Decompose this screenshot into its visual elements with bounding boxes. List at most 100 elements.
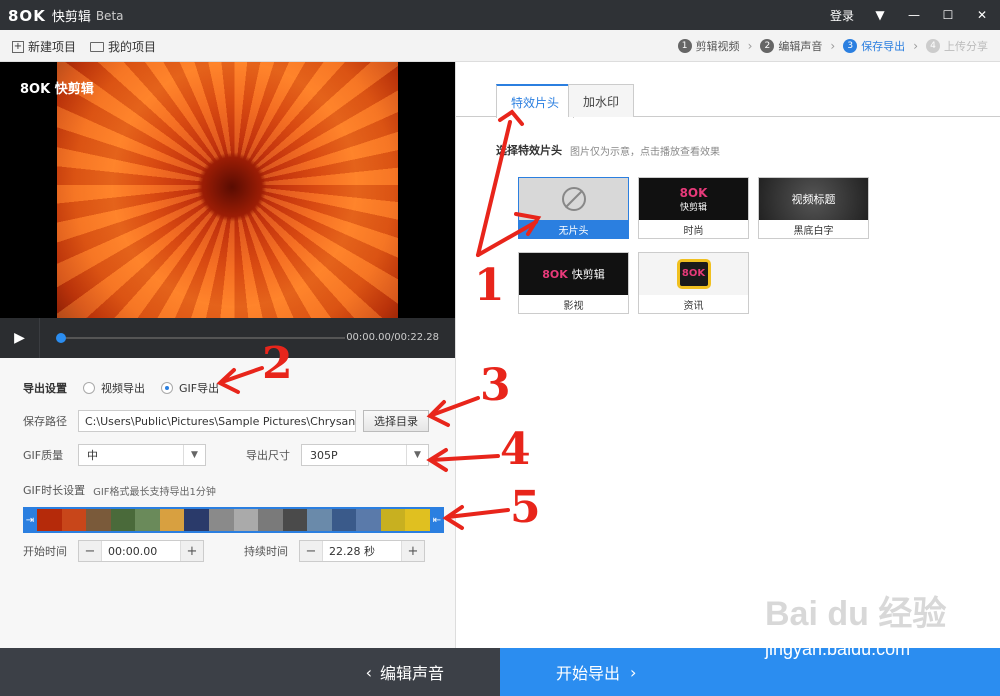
video-export-label: 视频导出 <box>101 382 145 395</box>
effects-tabs: 特效片头 加水印 <box>456 84 1000 118</box>
card-caption: 资讯 <box>683 300 704 312</box>
plus-icon[interactable]: + <box>181 541 203 561</box>
intro-card-film[interactable]: 8OK 快剪辑 影视 <box>518 252 629 314</box>
app-name: 快剪辑 <box>51 10 91 25</box>
radio-video-export[interactable] <box>83 382 95 394</box>
right-panel: 特效片头 加水印 选择特效片头 图片仅为示意，点击播放查看效果 无片头 8OK … <box>455 62 1000 648</box>
quality-select[interactable]: 中 ▼ <box>78 444 206 466</box>
annotation-5: 5 <box>510 482 541 533</box>
duration-note: GIF格式最长支持导出1分钟 <box>93 486 216 498</box>
step-navigator: 1 剪辑视频 › 2 编辑声音 › 3 保存导出 › 4 上传分享 <box>677 38 988 54</box>
path-input[interactable]: C:\Users\Public\Pictures\Sample Pictures… <box>78 410 356 432</box>
card-caption: 无片头 <box>519 220 628 238</box>
time-readout: 00:00.00/00:22.28 <box>346 332 439 343</box>
tab-watermark[interactable]: 加水印 <box>568 84 635 117</box>
step-number: 1 <box>677 39 692 53</box>
thumb-text: 快剪辑 <box>679 202 707 213</box>
app-edition: Beta <box>95 8 124 23</box>
start-time-label: 开始时间 <box>23 545 67 558</box>
duration-stepper: − 22.28 秒 + <box>299 540 425 562</box>
annotation-3: 3 <box>480 360 511 411</box>
prev-step-button[interactable]: ‹ 编辑声音 <box>0 648 500 696</box>
duration-value[interactable]: 22.28 秒 <box>322 541 402 561</box>
play-icon[interactable]: ▶ <box>0 318 40 358</box>
chevron-right-icon: › <box>747 39 753 53</box>
radio-gif-export[interactable] <box>161 382 173 394</box>
progress-track[interactable] <box>60 337 345 339</box>
intro-card-none[interactable]: 无片头 <box>518 177 629 239</box>
thumb-text: 快剪辑 <box>571 268 605 281</box>
chevron-right-icon: › <box>913 39 918 53</box>
player-controls: ▶ 00:00.00/00:22.28 <box>0 318 455 358</box>
news-thumb: 8OK <box>639 253 748 295</box>
flower-center <box>197 152 267 222</box>
new-project-button[interactable]: + 新建项目 <box>12 38 76 55</box>
start-time-value[interactable]: 00:00.00 <box>101 541 181 561</box>
plus-icon[interactable]: + <box>402 541 424 561</box>
film-thumb: 8OK 快剪辑 <box>519 253 628 295</box>
gif-export-label: GIF导出 <box>179 382 220 395</box>
quality-label: GIF质量 <box>23 449 64 462</box>
plus-box-icon: + <box>12 40 24 53</box>
no-entry-icon <box>561 187 586 211</box>
maximize-icon[interactable]: ☐ <box>940 7 956 23</box>
chevron-right-icon: › <box>830 39 836 53</box>
timeline-frames <box>37 509 430 531</box>
export-heading: 导出设置 <box>23 382 67 395</box>
size-label: 导出尺寸 <box>246 449 290 462</box>
my-projects-button[interactable]: 我的项目 <box>90 38 156 55</box>
trim-start-handle[interactable]: ⇥ <box>23 507 37 533</box>
step-number: 4 <box>926 39 940 53</box>
folder-icon <box>90 41 104 52</box>
video-player: 8OK 快剪辑 <box>0 62 455 318</box>
thumb-text: 视频标题 <box>791 193 836 206</box>
intro-card-news[interactable]: 8OK 资讯 <box>638 252 749 314</box>
quality-value: 中 <box>87 449 98 462</box>
prev-step-label: 编辑声音 <box>379 664 444 683</box>
tab-intro-effects[interactable]: 特效片头 <box>496 84 575 118</box>
intro-card-fashion[interactable]: 8OK 快剪辑 时尚 <box>638 177 749 239</box>
chevron-down-icon: ▼ <box>183 445 205 465</box>
section-title: 选择特效片头 图片仅为示意，点击播放查看效果 <box>496 142 720 158</box>
video-watermark: 8OK 快剪辑 <box>20 82 94 97</box>
my-projects-label: 我的项目 <box>108 40 157 54</box>
annotation-2: 2 <box>262 338 293 389</box>
step-edit-video[interactable]: 1 剪辑视频 <box>677 38 740 54</box>
annotation-1: 1 <box>474 260 505 311</box>
intro-card-black-white[interactable]: 视频标题 黑底白字 <box>758 177 869 239</box>
title-bar: 8OK 快剪辑 Beta 登录 ▼ — ☐ ✕ <box>0 0 1000 30</box>
choose-dir-button[interactable]: 选择目录 <box>363 410 429 432</box>
start-time-stepper: − 00:00.00 + <box>78 540 204 562</box>
section-hint: 图片仅为示意，点击播放查看效果 <box>570 146 720 158</box>
baidu-watermark: Bai du 经验 jingyan.baidu.com <box>765 586 946 660</box>
black-white-thumb: 视频标题 <box>759 178 868 220</box>
minus-icon[interactable]: − <box>300 541 322 561</box>
minus-icon[interactable]: − <box>79 541 101 561</box>
left-panel: 8OK 快剪辑 ▶ 00:00.00/00:22.28 导出设置 视频导出 GI… <box>0 62 455 648</box>
path-label: 保存路径 <box>23 415 67 428</box>
card-caption: 影视 <box>563 300 584 312</box>
step-label: 编辑声音 <box>778 40 823 53</box>
step-save-export[interactable]: 3 保存导出 <box>843 38 905 54</box>
chevron-left-icon: ‹ <box>365 662 372 682</box>
close-icon[interactable]: ✕ <box>974 7 990 23</box>
logo-mark: 8OK <box>8 6 46 25</box>
step-edit-audio[interactable]: 2 编辑声音 <box>760 38 822 54</box>
trim-end-handle[interactable]: ⇤ <box>430 507 444 533</box>
start-export-label: 开始导出 <box>556 664 621 683</box>
gif-timeline[interactable]: ⇥ ⇤ <box>23 507 444 533</box>
size-value: 305P <box>310 448 338 462</box>
step-label: 上传分享 <box>944 40 988 53</box>
fashion-thumb: 8OK 快剪辑 <box>639 178 748 220</box>
duration-heading: GIF时长设置 <box>23 484 86 497</box>
progress-handle[interactable] <box>56 333 66 343</box>
step-label: 剪辑视频 <box>695 40 740 53</box>
minimize-icon[interactable]: — <box>906 7 922 23</box>
login-link[interactable]: 登录 <box>830 7 854 24</box>
section-title-text: 选择特效片头 <box>496 144 562 157</box>
card-caption: 黑底白字 <box>793 225 834 237</box>
no-intro-thumb <box>519 178 628 220</box>
menu-dropdown-icon[interactable]: ▼ <box>872 7 888 23</box>
logo-mark-icon: 8OK <box>542 267 568 281</box>
size-select[interactable]: 305P ▼ <box>301 444 429 466</box>
